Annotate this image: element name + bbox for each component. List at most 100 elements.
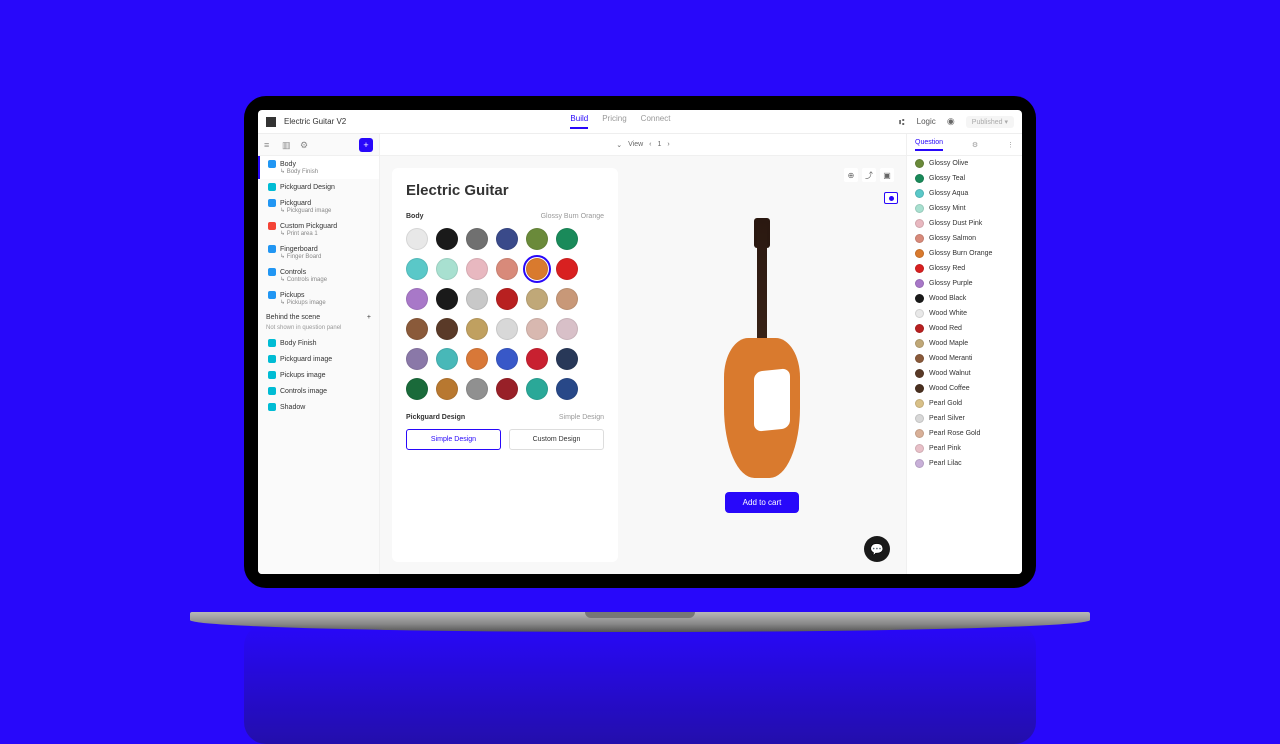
- share-icon[interactable]: ⤴: [862, 168, 876, 182]
- option-row[interactable]: Wood Maple: [907, 336, 1022, 351]
- gear-icon[interactable]: ⚙: [972, 141, 978, 149]
- color-swatch[interactable]: [526, 348, 548, 370]
- option-row[interactable]: Glossy Teal: [907, 171, 1022, 186]
- color-swatch[interactable]: [556, 348, 578, 370]
- option-row[interactable]: Pearl Gold: [907, 396, 1022, 411]
- sidebar-item[interactable]: Pickups image: [258, 367, 379, 383]
- option-row[interactable]: Glossy Mint: [907, 201, 1022, 216]
- app-logo[interactable]: [266, 117, 276, 127]
- option-row[interactable]: Wood White: [907, 306, 1022, 321]
- color-swatch[interactable]: [496, 378, 518, 400]
- option-row[interactable]: Glossy Purple: [907, 276, 1022, 291]
- color-swatch[interactable]: [406, 378, 428, 400]
- pickguard-custom-button[interactable]: Custom Design: [509, 429, 604, 450]
- sidebar-item[interactable]: Body↳ Body Finish: [258, 156, 379, 179]
- sidebar-item[interactable]: Pickguard Design: [258, 179, 379, 195]
- item-icon: [268, 291, 276, 299]
- color-swatch[interactable]: [406, 228, 428, 250]
- project-title[interactable]: Electric Guitar V2: [284, 117, 346, 126]
- color-swatch[interactable]: [526, 288, 548, 310]
- color-swatch[interactable]: [436, 378, 458, 400]
- gear-icon[interactable]: ⚙: [300, 140, 310, 150]
- color-swatch[interactable]: [466, 288, 488, 310]
- color-swatch[interactable]: [496, 318, 518, 340]
- pickguard-simple-button[interactable]: Simple Design: [406, 429, 501, 450]
- color-swatch[interactable]: [466, 378, 488, 400]
- tab-pricing[interactable]: Pricing: [602, 114, 626, 129]
- flow-icon[interactable]: ⑆: [895, 115, 909, 129]
- expand-icon[interactable]: ▣: [880, 168, 894, 182]
- color-swatch[interactable]: [406, 348, 428, 370]
- sidebar-item[interactable]: Shadow: [258, 399, 379, 415]
- sidebar-item[interactable]: Custom Pickguard↳ Print area 1: [258, 218, 379, 241]
- right-tab-question[interactable]: Question: [915, 139, 943, 151]
- color-swatch[interactable]: [436, 348, 458, 370]
- eye-icon[interactable]: ◉: [944, 115, 958, 129]
- option-row[interactable]: Wood Black: [907, 291, 1022, 306]
- side-handle[interactable]: [884, 192, 898, 204]
- option-row[interactable]: Glossy Salmon: [907, 231, 1022, 246]
- add-to-cart-button[interactable]: Add to cart: [725, 492, 800, 513]
- sidebar-item[interactable]: Pickups↳ Pickups image: [258, 287, 379, 310]
- sidebar-item[interactable]: Fingerboard↳ Finger Board: [258, 241, 379, 264]
- layers-icon[interactable]: ▥: [282, 140, 292, 150]
- option-row[interactable]: Wood Meranti: [907, 351, 1022, 366]
- option-row[interactable]: Pearl Lilac: [907, 456, 1022, 471]
- tab-connect[interactable]: Connect: [641, 114, 671, 129]
- color-swatch[interactable]: [496, 348, 518, 370]
- logic-label[interactable]: Logic: [917, 117, 936, 126]
- sidebar-item[interactable]: Pickguard↳ Pickguard image: [258, 195, 379, 218]
- option-row[interactable]: Glossy Aqua: [907, 186, 1022, 201]
- option-swatch: [915, 369, 924, 378]
- option-label: Wood White: [929, 310, 967, 317]
- color-swatch[interactable]: [436, 288, 458, 310]
- color-swatch[interactable]: [496, 288, 518, 310]
- option-row[interactable]: Glossy Olive: [907, 156, 1022, 171]
- color-swatch[interactable]: [406, 318, 428, 340]
- color-swatch[interactable]: [556, 288, 578, 310]
- more-icon[interactable]: ⋮: [1007, 141, 1014, 149]
- option-row[interactable]: Wood Walnut: [907, 366, 1022, 381]
- color-swatch[interactable]: [406, 258, 428, 280]
- color-swatch[interactable]: [466, 348, 488, 370]
- color-swatch[interactable]: [526, 378, 548, 400]
- sidebar-item[interactable]: Controls↳ Controls image: [258, 264, 379, 287]
- color-swatch[interactable]: [496, 228, 518, 250]
- chat-fab[interactable]: 💬: [864, 536, 890, 562]
- color-swatch[interactable]: [526, 258, 548, 280]
- sidebar-item[interactable]: Controls image: [258, 383, 379, 399]
- option-row[interactable]: Glossy Burn Orange: [907, 246, 1022, 261]
- color-swatch[interactable]: [526, 228, 548, 250]
- option-row[interactable]: Pearl Silver: [907, 411, 1022, 426]
- sidebar-item[interactable]: Pickguard image: [258, 351, 379, 367]
- option-row[interactable]: Glossy Red: [907, 261, 1022, 276]
- tab-build[interactable]: Build: [570, 114, 588, 129]
- color-swatch[interactable]: [436, 318, 458, 340]
- color-swatch[interactable]: [496, 258, 518, 280]
- option-row[interactable]: Wood Coffee: [907, 381, 1022, 396]
- color-swatch[interactable]: [436, 258, 458, 280]
- color-swatch[interactable]: [436, 228, 458, 250]
- color-swatch[interactable]: [526, 318, 548, 340]
- color-swatch[interactable]: [466, 318, 488, 340]
- color-swatch[interactable]: [556, 318, 578, 340]
- menu-icon[interactable]: ≡: [264, 140, 274, 150]
- color-swatch[interactable]: [406, 288, 428, 310]
- color-swatch[interactable]: [556, 258, 578, 280]
- option-label: Glossy Teal: [929, 175, 965, 182]
- option-row[interactable]: Pearl Rose Gold: [907, 426, 1022, 441]
- zoom-icon[interactable]: ⊕: [844, 168, 858, 182]
- option-swatch: [915, 279, 924, 288]
- add-button[interactable]: +: [359, 138, 373, 152]
- color-swatch[interactable]: [556, 378, 578, 400]
- option-row[interactable]: Wood Red: [907, 321, 1022, 336]
- device-icon[interactable]: ⌄: [616, 141, 622, 149]
- color-swatch[interactable]: [556, 228, 578, 250]
- publish-button[interactable]: Published ▾: [966, 116, 1014, 128]
- color-swatch[interactable]: [466, 258, 488, 280]
- sidebar-item[interactable]: Body Finish: [258, 335, 379, 351]
- add-behind-button[interactable]: +: [367, 314, 371, 321]
- option-row[interactable]: Pearl Pink: [907, 441, 1022, 456]
- color-swatch[interactable]: [466, 228, 488, 250]
- option-row[interactable]: Glossy Dust Pink: [907, 216, 1022, 231]
